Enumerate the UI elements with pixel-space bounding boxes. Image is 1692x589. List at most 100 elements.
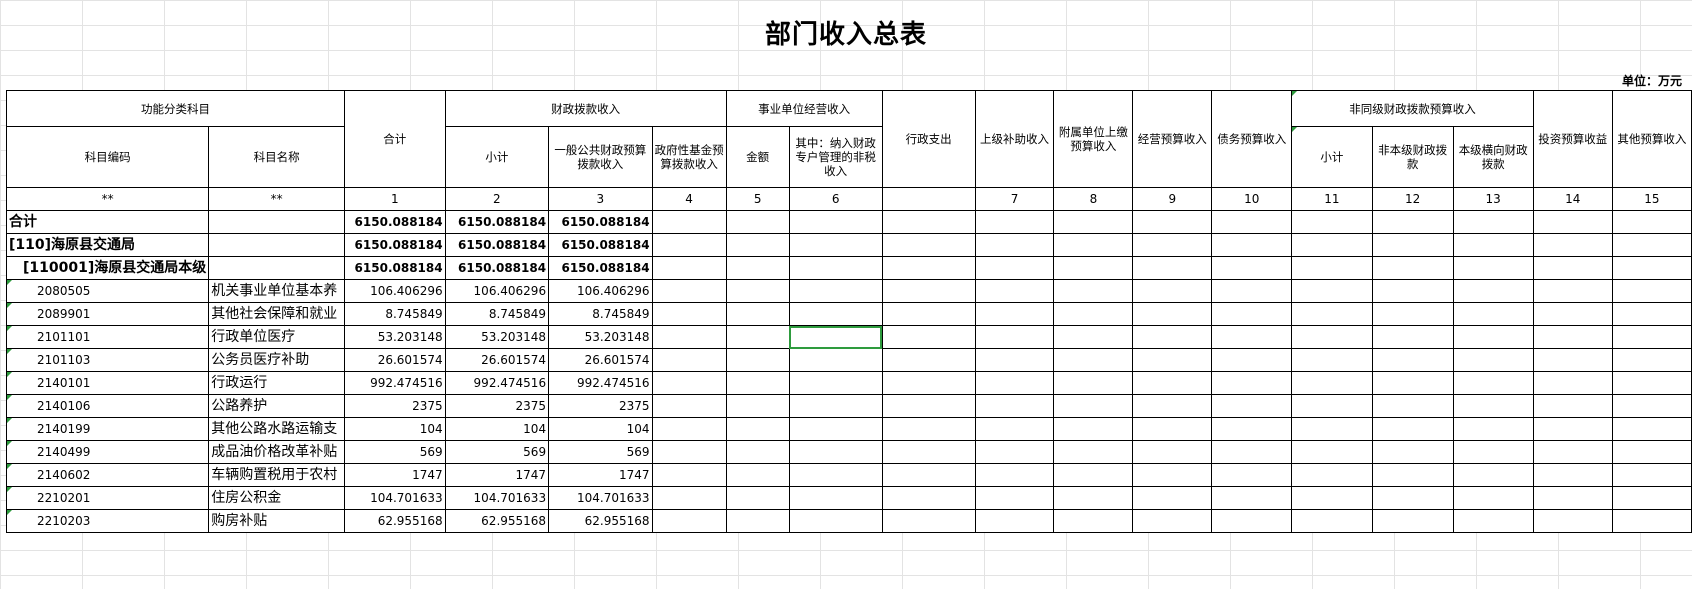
cell-empty[interactable] <box>1452 279 1534 303</box>
cell-empty[interactable] <box>1371 302 1454 326</box>
cell-general[interactable]: 53.203148 <box>548 325 653 349</box>
cell-empty[interactable] <box>881 394 976 418</box>
cell-empty[interactable] <box>1452 486 1534 510</box>
cell-empty[interactable] <box>1211 509 1293 533</box>
cell-empty[interactable] <box>1053 233 1134 257</box>
cell-empty[interactable] <box>1452 394 1534 418</box>
header-fiscal-group[interactable]: 财政拨款收入 <box>444 90 727 127</box>
cell-empty[interactable] <box>1611 256 1692 280</box>
cell-empty[interactable] <box>788 463 883 487</box>
header-nonsame-subtotal[interactable]: 小计 <box>1291 126 1373 188</box>
header-nonsame-group[interactable]: 非同级财政拨款预算收入 <box>1291 90 1534 127</box>
cell-empty[interactable] <box>1291 233 1373 257</box>
cell-empty[interactable] <box>881 348 976 372</box>
cell-general[interactable]: 6150.088184 <box>548 210 653 234</box>
cell-name[interactable]: 住房公积金 <box>208 486 345 510</box>
header-total[interactable]: 合计 <box>344 90 446 188</box>
cell-total[interactable]: 8.745849 <box>344 302 446 326</box>
cell-name[interactable]: 其他公路水路运输支 <box>208 417 345 441</box>
index-cell[interactable]: ** <box>5 187 210 211</box>
cell-empty[interactable] <box>651 325 727 349</box>
cell-empty[interactable] <box>1053 325 1134 349</box>
cell-total[interactable]: 106.406296 <box>344 279 446 303</box>
cell-empty[interactable] <box>725 394 790 418</box>
cell-empty[interactable] <box>974 279 1055 303</box>
cell-empty[interactable] <box>1611 417 1692 441</box>
cell-name[interactable]: 公路养护 <box>208 394 345 418</box>
cell-subtotal[interactable]: 1747 <box>444 463 550 487</box>
cell-empty[interactable] <box>1132 325 1213 349</box>
cell-empty[interactable] <box>1132 463 1213 487</box>
cell-total[interactable]: 104.701633 <box>344 486 446 510</box>
cell-empty[interactable] <box>725 279 790 303</box>
cell-empty[interactable] <box>725 371 790 395</box>
index-cell[interactable]: 11 <box>1291 187 1373 211</box>
cell-empty[interactable] <box>1053 256 1134 280</box>
cell-empty[interactable] <box>881 486 976 510</box>
header-debt[interactable]: 债务预算收入 <box>1211 90 1293 188</box>
cell-general[interactable]: 2375 <box>548 394 653 418</box>
cell-empty[interactable] <box>1452 325 1534 349</box>
cell-empty[interactable] <box>1532 371 1613 395</box>
cell-empty[interactable] <box>1211 279 1293 303</box>
cell-empty[interactable] <box>1452 233 1534 257</box>
header-business-group[interactable]: 事业单位经营收入 <box>725 90 883 127</box>
cell-empty[interactable] <box>974 486 1055 510</box>
cell-code[interactable]: 2101101 <box>5 325 210 349</box>
header-func-category[interactable]: 功能分类科目 <box>6 90 345 127</box>
cell-empty[interactable] <box>788 440 883 464</box>
index-cell[interactable]: 10 <box>1211 187 1293 211</box>
cell-empty[interactable] <box>1132 371 1213 395</box>
cell-empty[interactable] <box>725 440 790 464</box>
cell-empty[interactable] <box>1452 256 1534 280</box>
cell-subtotal[interactable]: 2375 <box>444 394 550 418</box>
cell-empty[interactable] <box>1532 279 1613 303</box>
cell-name[interactable] <box>208 210 345 234</box>
cell-empty[interactable] <box>881 509 976 533</box>
index-cell[interactable]: 3 <box>548 187 653 211</box>
cell-empty[interactable] <box>1211 440 1293 464</box>
cell-empty[interactable] <box>1211 325 1293 349</box>
cell-empty[interactable] <box>1132 417 1213 441</box>
cell-name[interactable]: 公务员医疗补助 <box>208 348 345 372</box>
cell-empty[interactable] <box>788 417 883 441</box>
cell-empty[interactable] <box>1211 348 1293 372</box>
cell-code[interactable]: 2210201 <box>5 486 210 510</box>
cell-empty[interactable] <box>974 440 1055 464</box>
cell-empty[interactable] <box>1452 440 1534 464</box>
cell-subtotal[interactable]: 569 <box>444 440 550 464</box>
cell-empty[interactable] <box>1053 440 1134 464</box>
header-admin-expense[interactable]: 行政支出 <box>881 90 976 188</box>
cell-empty[interactable] <box>881 325 976 349</box>
cell-empty[interactable] <box>1452 302 1534 326</box>
header-local-horizontal[interactable]: 本级横向财政拨款 <box>1452 126 1534 188</box>
cell-empty[interactable] <box>725 256 790 280</box>
cell-empty[interactable] <box>974 256 1055 280</box>
index-cell[interactable]: 9 <box>1132 187 1213 211</box>
cell-empty[interactable] <box>725 509 790 533</box>
cell-empty[interactable] <box>788 371 883 395</box>
cell-empty[interactable] <box>725 325 790 349</box>
cell-empty[interactable] <box>1371 348 1454 372</box>
cell-empty[interactable] <box>1211 256 1293 280</box>
cell-empty[interactable] <box>1532 302 1613 326</box>
cell-empty[interactable] <box>881 463 976 487</box>
cell-empty[interactable] <box>1291 256 1373 280</box>
cell-name[interactable]: 行政单位医疗 <box>208 325 345 349</box>
cell-empty[interactable] <box>881 279 976 303</box>
header-investment[interactable]: 投资预算收益 <box>1532 90 1613 188</box>
cell-empty[interactable] <box>1452 463 1534 487</box>
cell-empty[interactable] <box>788 486 883 510</box>
cell-empty[interactable] <box>974 233 1055 257</box>
cell-empty[interactable] <box>725 233 790 257</box>
cell-empty[interactable] <box>1132 348 1213 372</box>
cell-empty[interactable] <box>1532 509 1613 533</box>
cell-empty[interactable] <box>974 417 1055 441</box>
cell-empty[interactable] <box>1532 325 1613 349</box>
cell-empty[interactable] <box>788 256 883 280</box>
cell-empty[interactable] <box>1532 463 1613 487</box>
cell-name[interactable]: 车辆购置税用于农村 <box>208 463 345 487</box>
cell-empty[interactable] <box>651 256 727 280</box>
cell-empty[interactable] <box>1611 348 1692 372</box>
cell-name[interactable]: 机关事业单位基本养 <box>208 279 345 303</box>
